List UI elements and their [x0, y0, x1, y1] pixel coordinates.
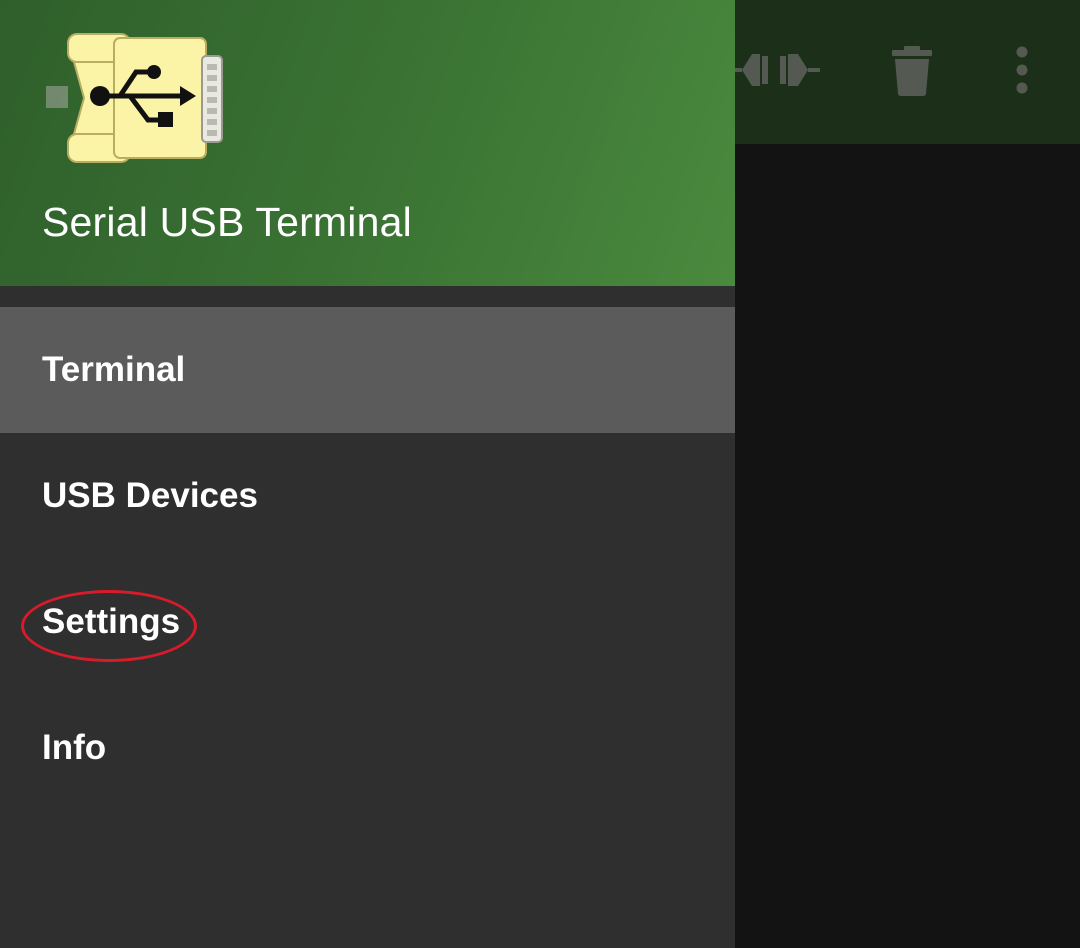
menu-item-terminal[interactable]: Terminal — [0, 307, 735, 433]
drawer-menu: Terminal USB Devices Settings Info — [0, 307, 735, 811]
delete-icon[interactable] — [884, 42, 940, 98]
menu-item-settings[interactable]: Settings — [0, 559, 735, 685]
menu-item-label: Settings — [42, 602, 181, 641]
drawer-header: Serial USB Terminal — [0, 0, 735, 286]
menu-item-label: Info — [42, 728, 107, 767]
drawer-title: Serial USB Terminal — [42, 199, 412, 245]
usb-serial-adapter-icon — [46, 33, 223, 163]
more-vert-icon[interactable] — [1004, 42, 1040, 98]
menu-item-info[interactable]: Info — [0, 685, 735, 811]
menu-item-label: Terminal — [42, 350, 186, 389]
connect-icon[interactable] — [732, 42, 820, 98]
navigation-drawer: Serial USB Terminal Terminal USB Devices… — [0, 0, 735, 948]
menu-item-label: USB Devices — [42, 476, 258, 515]
menu-item-usb-devices[interactable]: USB Devices — [0, 433, 735, 559]
